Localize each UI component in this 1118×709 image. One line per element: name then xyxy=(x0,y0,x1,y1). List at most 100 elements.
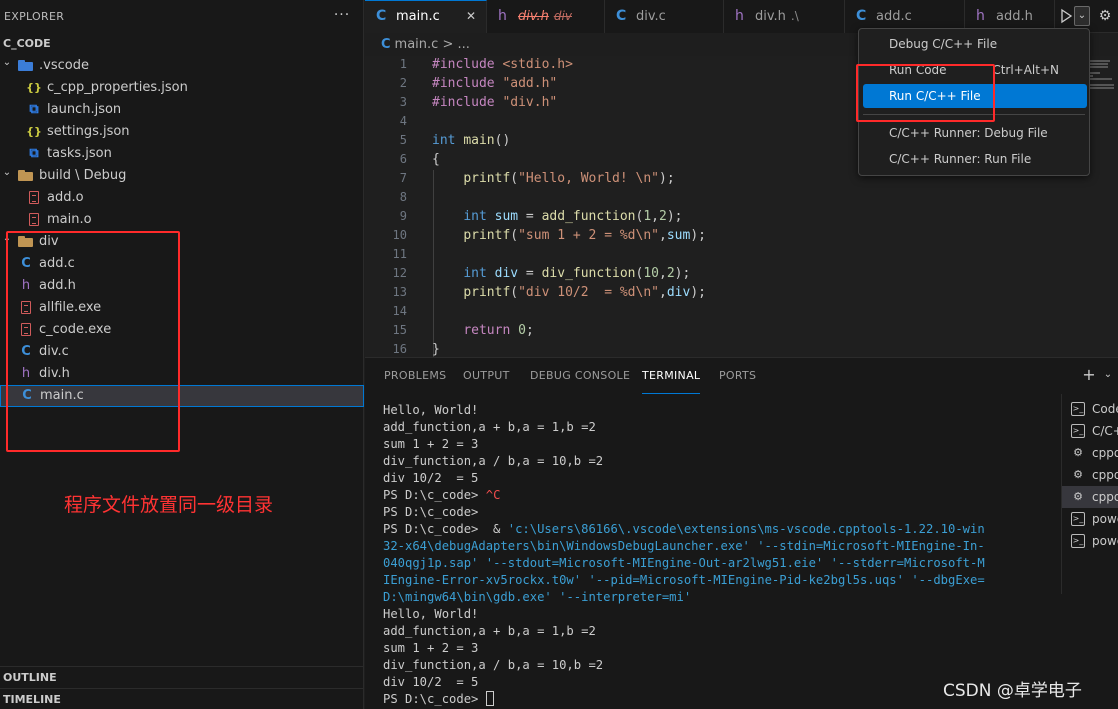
binary-file-icon xyxy=(29,213,39,226)
terminal-text: '--stderr=Microsoft-M xyxy=(830,556,985,570)
workspace-folder-header[interactable]: C_CODE xyxy=(0,33,364,55)
terminal-line: Hello, World! xyxy=(383,606,1043,623)
terminal-instance[interactable]: >_ Code xyxy=(1062,398,1118,420)
terminal-instance-label: cppdbg xyxy=(1092,446,1118,460)
terminal-text: '--dbgExe= xyxy=(911,573,985,587)
tree-item-label: .vscode xyxy=(39,58,89,73)
tab-div-h[interactable]: h div.h .\ xyxy=(724,0,845,33)
terminal-icon: >_ xyxy=(1071,424,1085,438)
tab-description: .\ xyxy=(790,9,799,23)
terminal-icon: >_ xyxy=(1071,512,1085,526)
breadcrumb-separator: > xyxy=(442,37,454,52)
tab-div-c[interactable]: Cdiv.c xyxy=(605,0,724,33)
terminal-line: PS D:\c_code> ^C xyxy=(383,487,1043,504)
breadcrumb-symbols[interactable]: ... xyxy=(458,37,470,52)
terminal-line: div_function,a / b,a = 10,b =2 xyxy=(383,453,1043,470)
code-line[interactable]: 8 xyxy=(365,188,1118,207)
code-line[interactable]: 14 xyxy=(365,302,1118,321)
terminal-icon: >_ xyxy=(1071,534,1085,548)
code-line[interactable]: 15 return 0; xyxy=(365,321,1118,340)
terminal-text: IEngine-Error-xv5rockx.t0w' xyxy=(383,573,582,587)
chevron-down-icon[interactable]: ⌄ xyxy=(1,162,13,184)
terminal-icon: >_ xyxy=(1071,402,1085,416)
line-number: 10 xyxy=(392,228,407,242)
chevron-down-icon[interactable]: ⌄ xyxy=(1,52,13,74)
tree-item[interactable]: {} settings.json xyxy=(0,121,364,143)
panel-tab-ports[interactable]: PORTS xyxy=(719,358,756,394)
tree-item[interactable]: ⧉ tasks.json xyxy=(0,143,364,165)
terminal-instance-label: C/C++ xyxy=(1092,424,1118,438)
line-source: int sum = add_function(1,2); xyxy=(463,209,683,224)
terminal-line: sum 1 + 2 = 3 xyxy=(383,436,1043,453)
terminal-scrollbar[interactable] xyxy=(1045,402,1053,709)
line-number: 6 xyxy=(399,152,407,166)
terminal-text: '--stdout=Microsoft-MIEngine-Out-ar2lwg5… xyxy=(485,556,824,570)
tree-item[interactable]: ⧉ launch.json xyxy=(0,99,364,121)
terminal-text: sum 1 + 2 = 3 xyxy=(383,641,479,655)
panel-tab-output[interactable]: OUTPUT xyxy=(463,358,510,394)
terminal-text: div_function,a / b,a = 10,b =2 xyxy=(383,454,604,468)
json-file-icon: {} xyxy=(26,81,42,94)
minimap[interactable] xyxy=(1090,60,1116,100)
line-source: printf("Hello, World! \n"); xyxy=(463,171,675,186)
terminal-line: add_function,a + b,a = 1,b =2 xyxy=(383,623,1043,640)
gear-icon[interactable]: ⚙ xyxy=(1096,6,1114,26)
run-dropdown-chevron-icon[interactable]: ⌄ xyxy=(1074,6,1090,26)
workspace-name: C_CODE xyxy=(3,37,51,50)
outline-section[interactable]: OUTLINE xyxy=(0,666,364,688)
terminal-instance[interactable]: ⚙ cppdbg xyxy=(1062,464,1118,486)
panel-tab-terminal[interactable]: TERMINAL xyxy=(642,358,701,394)
terminal-instance[interactable]: >_ powershell xyxy=(1062,508,1118,530)
run-icon[interactable] xyxy=(1058,6,1074,26)
code-line[interactable]: 9 int sum = add_function(1,2); xyxy=(365,207,1118,226)
line-number: 11 xyxy=(392,247,407,261)
terminal-text: ^C xyxy=(485,488,501,502)
code-line[interactable]: 16} xyxy=(365,340,1118,357)
menu-item-debug-c-c-file[interactable]: Debug C/C++ File xyxy=(863,32,1087,56)
breadcrumb-file[interactable]: main.c xyxy=(395,37,439,52)
terminal-line: D:\mingw64\bin\gdb.exe' '--interpreter=m… xyxy=(383,589,1043,606)
terminal-text: sum 1 + 2 = 3 xyxy=(383,437,479,451)
tree-item[interactable]: main.o xyxy=(0,209,364,231)
panel-tab-problems[interactable]: PROBLEMS xyxy=(384,358,446,394)
c-file-icon: C xyxy=(376,8,387,24)
code-line[interactable]: 10 printf("sum 1 + 2 = %d\n",sum); xyxy=(365,226,1118,245)
terminal-instance[interactable]: >_ powershell xyxy=(1062,530,1118,552)
terminal-instance[interactable]: ⚙ cppdbg xyxy=(1062,442,1118,464)
tree-item[interactable]: ⌄ .vscode xyxy=(0,55,364,77)
code-line[interactable]: 12 int div = div_function(10,2); xyxy=(365,264,1118,283)
terminal-instance[interactable]: >_ C/C++ xyxy=(1062,420,1118,442)
menu-item-c-c-runner-run-file[interactable]: C/C++ Runner: Run File xyxy=(863,147,1087,171)
terminal-instance[interactable]: ⚙ cppdbg xyxy=(1062,486,1118,508)
line-source: #include "add.h" xyxy=(432,76,558,91)
menu-item-label: C/C++ Runner: Run File xyxy=(889,152,1032,166)
more-actions-icon[interactable]: ··· xyxy=(332,0,352,33)
terminal-line: 32-x64\debugAdapters\bin\WindowsDebugLau… xyxy=(383,538,1043,555)
bottom-panel: PROBLEMS OUTPUT DEBUG CONSOLE TERMINAL PORTS… xyxy=(365,357,1118,709)
code-line[interactable]: 11 xyxy=(365,245,1118,264)
terminal-text: '--pid=Microsoft-MIEngine-Pid-ke2bgl5s.u… xyxy=(588,573,904,587)
tab-div-h[interactable]: h div.h div xyxy=(487,0,605,33)
new-terminal-plus-icon[interactable]: + xyxy=(1081,364,1097,386)
menu-item-c-c-runner-debug-file[interactable]: C/C++ Runner: Debug File xyxy=(863,121,1087,145)
header-file-icon: h xyxy=(735,8,744,24)
tree-item-label: add.o xyxy=(47,190,84,205)
chevron-down-icon[interactable]: ⌄ xyxy=(1101,364,1115,386)
annotation-highlight-box xyxy=(6,231,180,452)
tree-item[interactable]: {} c_cpp_properties.json xyxy=(0,77,364,99)
tree-item[interactable]: ⌄ build \ Debug xyxy=(0,165,364,187)
tree-item-label: tasks.json xyxy=(47,146,112,161)
panel-tab-debug-console[interactable]: DEBUG CONSOLE xyxy=(530,358,630,394)
tab-main-c[interactable]: Cmain.c ✕ xyxy=(365,0,487,33)
line-number: 8 xyxy=(399,190,407,204)
terminal-text: 040qgj1p.sap' xyxy=(383,556,479,570)
line-source: printf("sum 1 + 2 = %d\n",sum); xyxy=(463,228,706,243)
close-icon[interactable]: ✕ xyxy=(466,1,476,32)
line-number: 13 xyxy=(392,285,407,299)
terminal-output[interactable]: Hello, World! add_function,a + b,a = 1,b … xyxy=(383,402,1043,709)
line-source: } xyxy=(432,342,440,357)
line-number: 14 xyxy=(392,304,407,318)
code-line[interactable]: 13 printf("div 10/2 = %d\n",div); xyxy=(365,283,1118,302)
tree-item[interactable]: add.o xyxy=(0,187,364,209)
timeline-section[interactable]: TIMELINE xyxy=(0,688,364,709)
